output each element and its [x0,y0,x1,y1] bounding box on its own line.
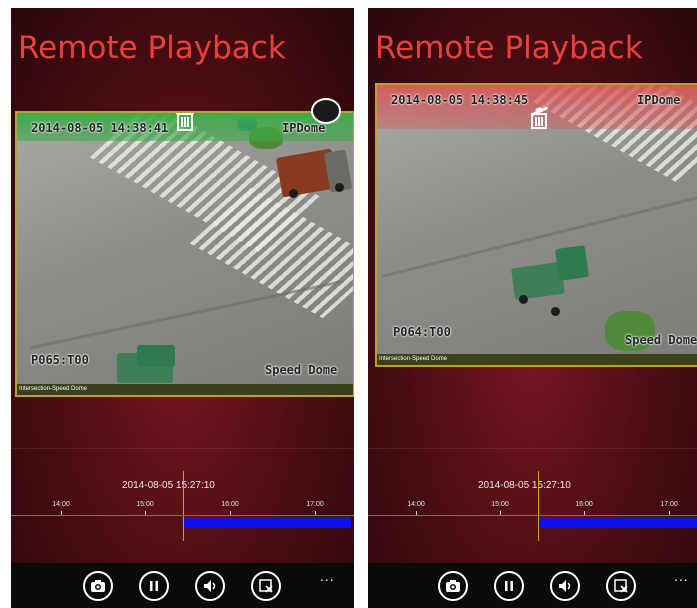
tick-label: 15:00 [491,501,509,508]
recording-segment[interactable] [184,517,351,528]
video-timestamp: 2014-08-05 14:38:45 [391,93,529,107]
camera-caption: Intersection-Speed Dome [17,384,353,395]
preset-label: P065:T00 [31,353,89,367]
volume-button[interactable] [550,571,580,601]
tick-label: 14:00 [407,501,425,508]
close-window-icon [614,579,628,593]
tick-label: 17:00 [306,501,324,508]
camera-type-label: IPDome [637,93,681,107]
timeline-axis [11,515,354,516]
video-pane[interactable]: 2014-08-05 14:38:45 IPDome P064:T00 Spee… [375,83,697,367]
timeline-cursor[interactable] [538,471,539,541]
wheel [335,183,344,192]
video-timestamp: 2014-08-05 14:38:41 [31,121,169,135]
pause-button[interactable] [139,571,169,601]
divider [368,448,697,449]
camera-button[interactable] [438,571,468,601]
app-bar: ... [11,563,354,608]
phone-screen-left: Remote Playback 2014-08-05 14:38:41 IPDo… [11,8,354,608]
tick-label: 16:00 [575,501,593,508]
camera-icon [446,580,460,592]
more-menu[interactable]: ... [320,568,335,584]
volume-button[interactable] [195,571,225,601]
timeline-axis [368,515,697,516]
more-menu[interactable]: ... [674,568,689,584]
page-title: Remote Playback [18,30,286,66]
tick-label: 17:00 [660,501,678,508]
camera-caption: Intersection-Speed Dome [377,354,697,365]
tick-label: 15:00 [136,501,154,508]
phone-screen-right: Remote Playback 2014-08-05 14:38:45 IPDo… [368,8,697,608]
timeline-current-time: 2014-08-05 15:27:10 [478,480,571,491]
timeline-cursor[interactable] [183,471,184,541]
camera-button[interactable] [83,571,113,601]
camera-icon [91,580,105,592]
preset-label: P064:T00 [393,325,451,339]
close-window-button[interactable] [251,571,281,601]
divider [11,448,354,449]
video-pane[interactable]: 2014-08-05 14:38:41 IPDome P065:T00 Spee… [15,111,354,397]
close-window-button[interactable] [606,571,636,601]
tick-label: 16:00 [221,501,239,508]
camera-type-label: IPDome [282,121,326,135]
volume-icon [204,580,216,592]
close-window-icon [259,579,273,593]
truck-cab [137,345,175,367]
wheel [519,295,528,304]
page-title: Remote Playback [375,30,643,66]
trash-icon[interactable] [175,113,195,131]
recording-segment[interactable] [539,517,697,528]
timeline-current-time: 2014-08-05 15:27:10 [122,480,215,491]
pause-icon [150,581,158,591]
pause-button[interactable] [494,571,524,601]
road-marking [30,279,344,350]
trash-icon[interactable] [529,106,549,129]
record-icon[interactable] [311,98,341,124]
app-bar: ... [368,563,697,608]
tick-label: 14:00 [52,501,70,508]
camera-model-label: Speed Dome [265,363,338,377]
wheel [551,307,560,316]
camera-model-label: Speed Dome [625,333,697,347]
wheel [289,189,298,198]
pause-icon [505,581,513,591]
volume-icon [559,580,571,592]
truck-cab [554,245,590,281]
